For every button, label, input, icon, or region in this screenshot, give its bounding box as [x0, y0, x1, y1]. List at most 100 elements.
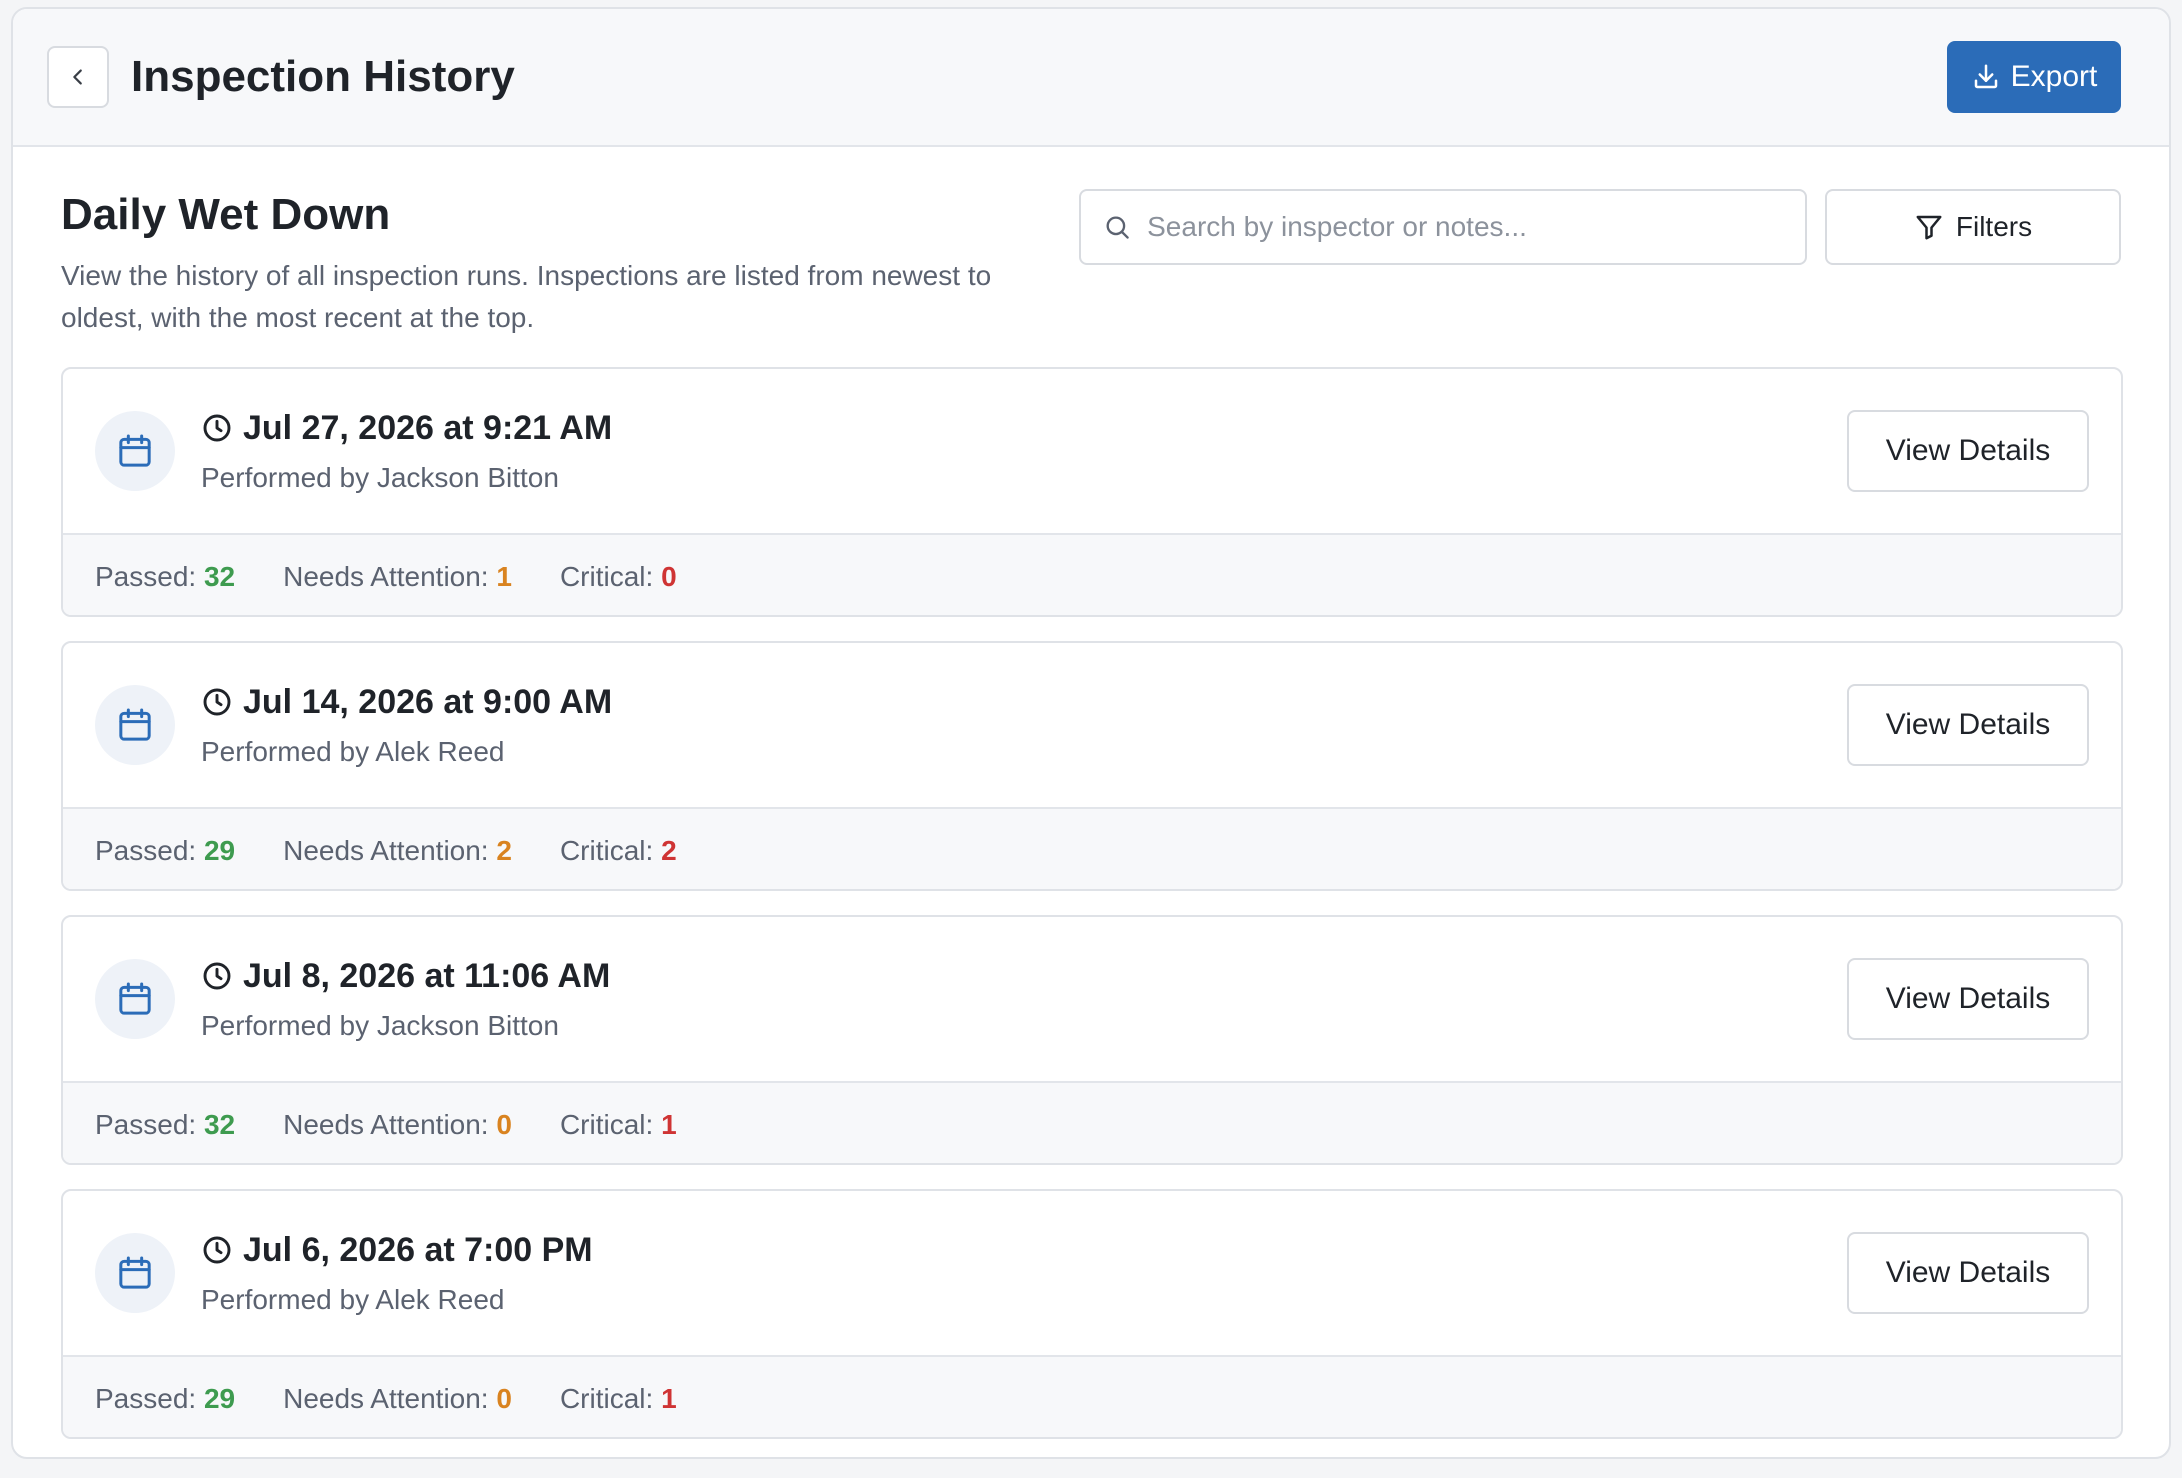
section-description: View the history of all inspection runs.… — [61, 260, 992, 333]
search-icon — [1106, 216, 1129, 239]
search-box[interactable] — [1079, 189, 1807, 265]
run-date-text: Jul 6, 2026 at 7:00 PM — [243, 1230, 593, 1269]
run-inspector: Performed by Jackson Bitton — [201, 1009, 559, 1041]
export-label: Export — [2010, 60, 2098, 93]
export-button[interactable]: Export — [1947, 41, 2121, 113]
stat-needs-attention-value: 2 — [496, 835, 512, 866]
calendar-badge — [95, 959, 175, 1039]
top-row: Daily Wet Down View the history of all i… — [61, 189, 2121, 339]
run-stats: Passed: 32 Needs Attention: 0 Critical: … — [63, 1081, 2121, 1163]
calendar-icon — [119, 982, 151, 1015]
calendar-icon — [119, 434, 151, 467]
back-button[interactable] — [47, 46, 109, 108]
run-list: Jul 27, 2026 at 9:21 AM Performed by Jac… — [61, 367, 2123, 1439]
stat-critical: Critical: 2 — [560, 835, 677, 867]
calendar-badge — [95, 685, 175, 765]
clock-icon — [203, 688, 231, 716]
calendar-icon — [119, 708, 151, 741]
view-details-button[interactable]: View Details — [1847, 684, 2089, 766]
stat-critical: Critical: 1 — [560, 1109, 677, 1141]
run-stats: Passed: 29 Needs Attention: 2 Critical: … — [63, 807, 2121, 889]
stat-passed-label: Passed: — [95, 1383, 197, 1414]
filter-icon — [1916, 215, 1942, 240]
stat-critical-value: 1 — [661, 1383, 677, 1414]
stat-needs-attention-value: 0 — [496, 1109, 512, 1140]
run-main: Jul 8, 2026 at 11:06 AM Performed by Jac… — [63, 917, 2121, 1081]
view-details-button[interactable]: View Details — [1847, 958, 2089, 1040]
clock-icon — [203, 962, 231, 990]
view-details-button[interactable]: View Details — [1847, 410, 2089, 492]
run-card: Jul 27, 2026 at 9:21 AM Performed by Jac… — [61, 367, 2123, 617]
search-input[interactable] — [1145, 210, 1783, 244]
clock-icon — [203, 414, 231, 442]
stat-needs-attention-value: 0 — [496, 1383, 512, 1414]
header-left: Inspection History — [47, 46, 515, 108]
stat-passed-value: 29 — [203, 835, 236, 866]
run-card: Jul 14, 2026 at 9:00 AM Performed by Ale… — [61, 641, 2123, 891]
run-main: Jul 27, 2026 at 9:21 AM Performed by Jac… — [63, 369, 2121, 533]
stat-critical-value: 1 — [661, 1109, 677, 1140]
run-left: Jul 27, 2026 at 9:21 AM Performed by Jac… — [95, 409, 612, 494]
section-title: Daily Wet Down — [61, 190, 391, 239]
controls: Filters — [1079, 189, 2121, 265]
download-icon — [1974, 64, 1997, 89]
stat-passed-value: 32 — [203, 561, 236, 592]
stat-needs-attention-label: Needs Attention: — [283, 561, 489, 592]
run-text: Jul 27, 2026 at 9:21 AM Performed by Jac… — [201, 409, 612, 494]
stat-passed: Passed: 29 — [95, 835, 235, 867]
run-text: Jul 14, 2026 at 9:00 AM Performed by Ale… — [201, 683, 612, 768]
filters-button[interactable]: Filters — [1825, 189, 2121, 265]
stat-critical: Critical: 1 — [560, 1383, 677, 1415]
title-block: Daily Wet Down View the history of all i… — [61, 189, 1041, 339]
view-details-button[interactable]: View Details — [1847, 1232, 2089, 1314]
page-title: Inspection History — [131, 52, 515, 101]
stat-passed: Passed: 29 — [95, 1383, 235, 1415]
run-main: Jul 14, 2026 at 9:00 AM Performed by Ale… — [63, 643, 2121, 807]
stat-passed: Passed: 32 — [95, 561, 235, 593]
filters-label: Filters — [1955, 211, 2033, 242]
stat-critical-label: Critical: — [559, 835, 654, 866]
run-date: Jul 27, 2026 at 9:21 AM — [201, 409, 612, 448]
stat-passed-label: Passed: — [95, 1109, 197, 1140]
run-date: Jul 8, 2026 at 11:06 AM — [201, 957, 610, 996]
calendar-badge — [95, 411, 175, 491]
calendar-icon — [119, 1256, 151, 1289]
run-date: Jul 6, 2026 at 7:00 PM — [201, 1231, 593, 1270]
stat-needs-attention-label: Needs Attention: — [283, 1109, 489, 1140]
stat-critical-label: Critical: — [559, 1383, 654, 1414]
run-inspector: Performed by Alek Reed — [201, 1283, 505, 1315]
stat-passed: Passed: 32 — [95, 1109, 235, 1141]
stat-passed-value: 29 — [203, 1383, 236, 1414]
stat-needs-attention: Needs Attention: 0 — [283, 1383, 512, 1415]
run-date: Jul 14, 2026 at 9:00 AM — [201, 683, 612, 722]
run-text: Jul 8, 2026 at 11:06 AM Performed by Jac… — [201, 957, 610, 1042]
stat-critical-value: 0 — [661, 561, 677, 592]
page-header: Inspection History Export — [13, 9, 2169, 147]
stat-passed-label: Passed: — [95, 561, 197, 592]
clock-icon — [203, 1236, 231, 1264]
stat-needs-attention: Needs Attention: 0 — [283, 1109, 512, 1141]
stat-needs-attention-label: Needs Attention: — [283, 835, 489, 866]
stat-needs-attention: Needs Attention: 1 — [283, 561, 512, 593]
run-text: Jul 6, 2026 at 7:00 PM Performed by Alek… — [201, 1231, 593, 1316]
stat-needs-attention-label: Needs Attention: — [283, 1383, 489, 1414]
stat-critical-value: 2 — [661, 835, 677, 866]
run-inspector: Performed by Jackson Bitton — [201, 461, 559, 493]
run-main: Jul 6, 2026 at 7:00 PM Performed by Alek… — [63, 1191, 2121, 1355]
run-date-text: Jul 27, 2026 at 9:21 AM — [243, 408, 613, 447]
run-stats: Passed: 32 Needs Attention: 1 Critical: … — [63, 533, 2121, 615]
run-date-text: Jul 14, 2026 at 9:00 AM — [243, 682, 613, 721]
stat-critical-label: Critical: — [559, 561, 654, 592]
stat-needs-attention-value: 1 — [496, 561, 512, 592]
run-date-text: Jul 8, 2026 at 11:06 AM — [243, 956, 611, 995]
run-card: Jul 8, 2026 at 11:06 AM Performed by Jac… — [61, 915, 2123, 1165]
chevron-left-icon — [73, 69, 82, 85]
content: Daily Wet Down View the history of all i… — [13, 147, 2169, 1439]
run-card: Jul 6, 2026 at 7:00 PM Performed by Alek… — [61, 1189, 2123, 1439]
stat-critical-label: Critical: — [559, 1109, 654, 1140]
stat-needs-attention: Needs Attention: 2 — [283, 835, 512, 867]
stat-passed-value: 32 — [203, 1109, 236, 1140]
stat-critical: Critical: 0 — [560, 561, 677, 593]
run-stats: Passed: 29 Needs Attention: 0 Critical: … — [63, 1355, 2121, 1437]
run-left: Jul 14, 2026 at 9:00 AM Performed by Ale… — [95, 683, 612, 768]
